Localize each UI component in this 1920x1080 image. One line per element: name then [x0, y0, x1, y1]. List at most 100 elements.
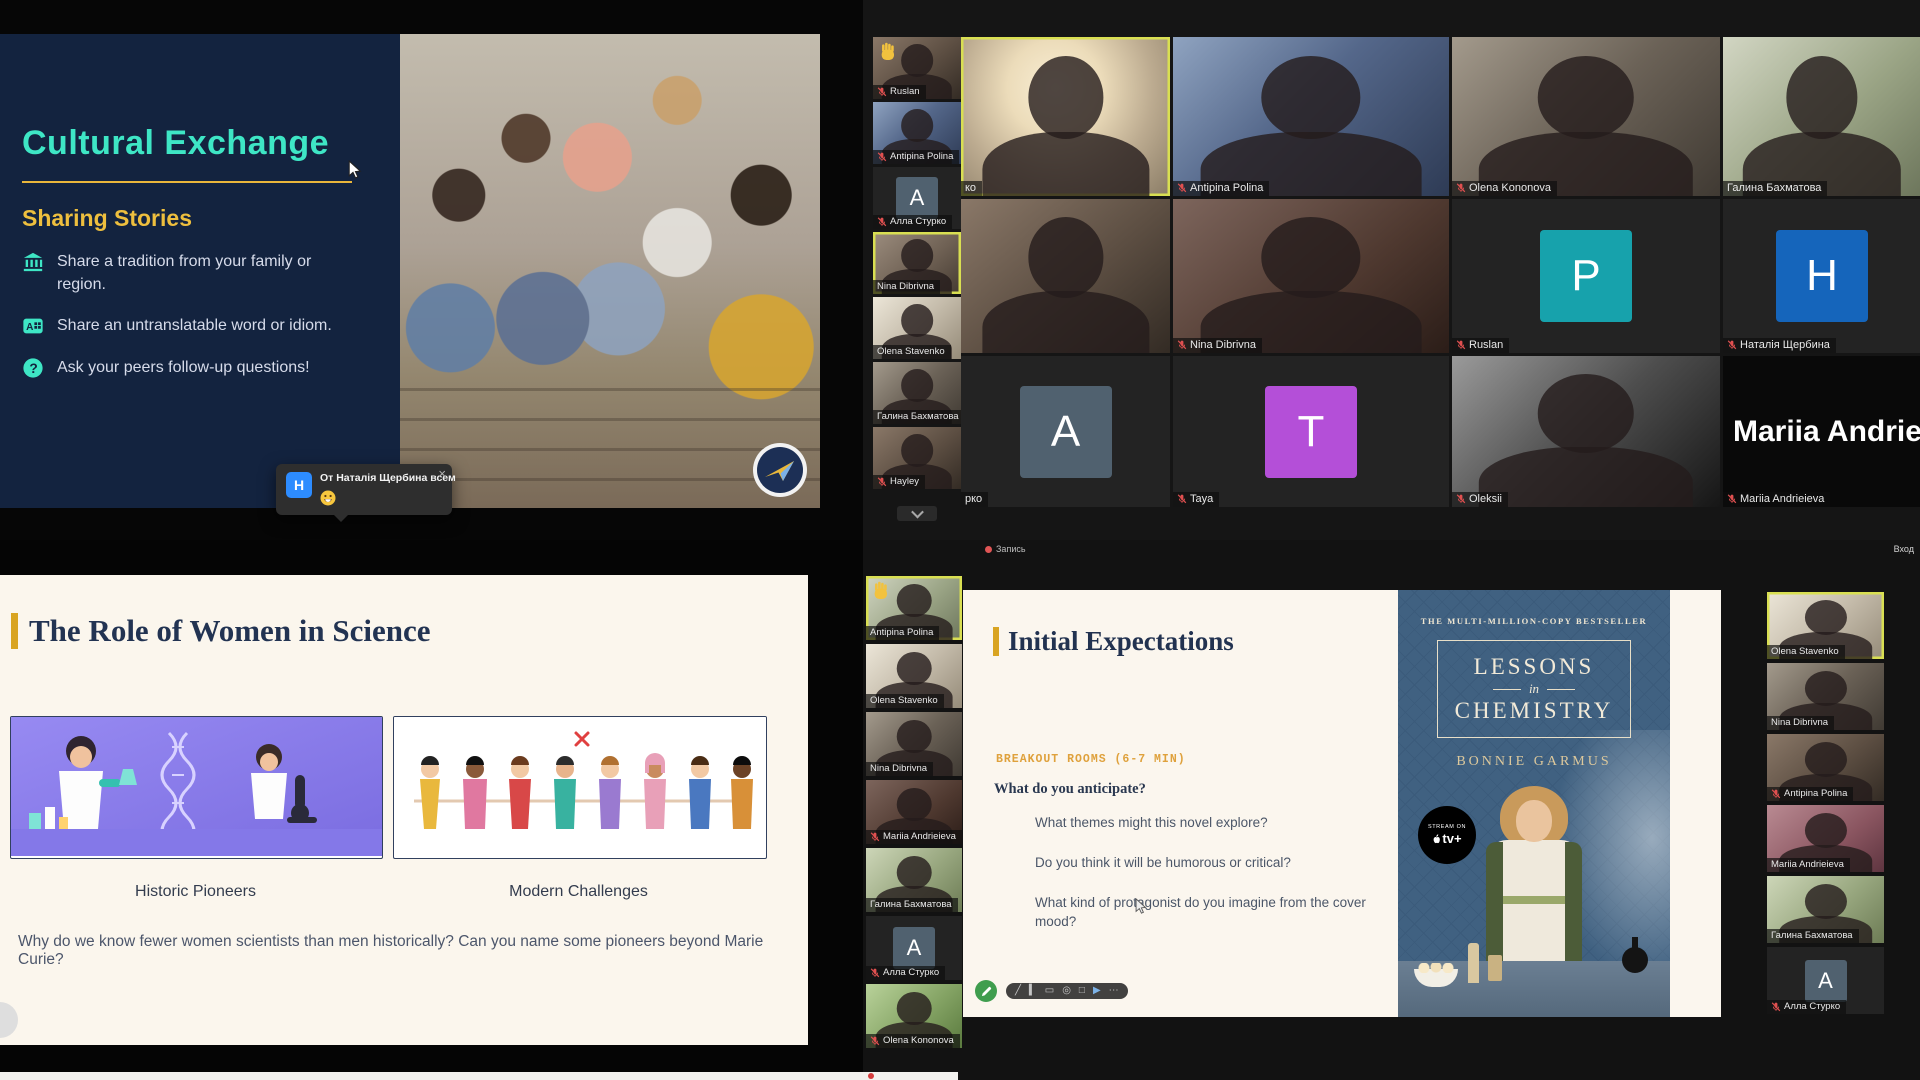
question-item: What themes might this novel explore? [1035, 813, 1367, 832]
grinning-emoji-icon [320, 490, 336, 506]
muted-mic-icon [1771, 789, 1781, 799]
participant-tile[interactable]: Галина Бахматова [866, 848, 962, 912]
flask [1622, 947, 1648, 973]
participant-tile[interactable]: Mariia Andrieieva [1767, 805, 1884, 872]
participant-name: ко [965, 182, 976, 194]
participant-tile[interactable]: Nina Dibrivna [866, 712, 962, 776]
tool-icon[interactable]: ▶ [1093, 986, 1101, 996]
name-chip: Галина Бахматова [866, 898, 958, 912]
raised-hand-icon [872, 580, 891, 601]
name-chip: Галина Бахматова [873, 410, 961, 424]
muted-mic-icon [1456, 340, 1466, 350]
entry-link[interactable]: Вход [1894, 544, 1914, 554]
participant-tile[interactable]: Mariia Andrieieva [866, 780, 962, 844]
participant-tile[interactable]: T Taya [1173, 356, 1449, 507]
mouse-cursor [348, 160, 362, 180]
participant-tile[interactable]: P Ruslan [1452, 199, 1720, 353]
participant-name: Olena Stavenko [870, 695, 938, 706]
muted-mic-icon [870, 832, 880, 842]
raised-hand-icon [879, 41, 898, 62]
participant-tile[interactable]: Olena Stavenko [1767, 592, 1884, 659]
apple-icon [1432, 833, 1441, 844]
participant-tile[interactable]: Mariia Andrieie Mariia Andrieieva [1723, 356, 1920, 507]
participant-name: Antipina Polina [870, 627, 933, 638]
participant-tile[interactable] [961, 199, 1170, 353]
women-group-illustration [394, 717, 766, 856]
participant-name: Olena Stavenko [877, 346, 945, 357]
next-slide-peek [0, 1072, 958, 1080]
participant-tile[interactable]: A Алла Стурко [873, 167, 961, 229]
slide-subtitle: Sharing Stories [22, 205, 400, 232]
participant-tile[interactable]: A рко [961, 356, 1170, 507]
bullet-item: ? Ask your peers follow-up questions! [22, 356, 344, 379]
tool-icon[interactable]: ▭ [1045, 986, 1054, 996]
participant-tile[interactable]: Галина Бахматова [873, 362, 961, 424]
chat-notification[interactable]: H От Наталія Щербина всем × [276, 464, 452, 515]
participant-name: Nina Dibrivna [1771, 717, 1828, 728]
participant-tile[interactable]: H Наталія Щербина [1723, 199, 1920, 353]
participant-tile[interactable]: A Алла Стурко [866, 916, 962, 980]
name-chip: рко [961, 492, 988, 507]
participant-tile[interactable]: Olena Kononova [1452, 37, 1720, 196]
muted-mic-icon [870, 968, 880, 978]
museum-icon [22, 251, 44, 273]
tool-icon[interactable]: ⋯ [1109, 986, 1119, 996]
participant-tile[interactable]: Nina Dibrivna [1767, 663, 1884, 730]
name-chip: Mariia Andrieieva [1723, 492, 1830, 507]
participant-tile[interactable]: Olena Kononova [866, 984, 962, 1048]
participant-tile[interactable]: Oleksii [1452, 356, 1720, 507]
participant-tile[interactable]: Olena Stavenko [866, 644, 962, 708]
participant-tile[interactable]: Antipina Polina [1173, 37, 1449, 196]
participant-name: Nina Dibrivna [877, 281, 934, 292]
name-chip: Olena Kononova [866, 1034, 960, 1048]
card-caption: Historic Pioneers [10, 883, 381, 901]
participant-name: Antipina Polina [1784, 788, 1847, 799]
tool-icon[interactable]: ◎ [1062, 986, 1071, 996]
name-chip: Antipina Polina [1173, 181, 1269, 196]
participant-tile[interactable]: Nina Dibrivna [873, 232, 961, 294]
tool-icon[interactable]: ▍ [1029, 986, 1037, 996]
slide-title-row: The Role of Women in Science [11, 613, 431, 649]
participant-tile[interactable]: Nina Dibrivna [1173, 199, 1449, 353]
lab-illustration [11, 717, 382, 856]
name-chip: Antipina Polina [1767, 787, 1853, 801]
close-icon[interactable]: × [438, 466, 446, 481]
participant-tile[interactable]: Галина Бахматова [1767, 876, 1884, 943]
participant-tile[interactable]: Hayley [873, 427, 961, 489]
question-item: Do you think it will be humorous or crit… [1035, 853, 1367, 872]
participant-name: Antipina Polina [1190, 182, 1263, 194]
draw-button[interactable] [975, 980, 997, 1002]
participant-tile[interactable]: Ruslan [873, 37, 961, 99]
book-title-line: CHEMISTRY [1455, 698, 1614, 724]
name-chip: Taya [1173, 492, 1219, 507]
card-caption: Modern Challenges [393, 883, 764, 901]
participant-video [1173, 37, 1449, 196]
muted-mic-icon [1456, 183, 1466, 193]
name-chip: Галина Бахматова [1767, 929, 1859, 943]
participant-tile[interactable]: Olena Stavenko [873, 297, 961, 359]
book-tagline: THE MULTI-MILLION-COPY BESTSELLER [1398, 616, 1670, 626]
record-dot [868, 1073, 874, 1079]
participant-name: Mariia Andrieieva [883, 831, 956, 842]
translate-icon: A [22, 315, 44, 337]
participant-tile[interactable]: A Алла Стурко [1767, 947, 1884, 1014]
tool-icon[interactable]: □ [1079, 986, 1085, 996]
participant-tile[interactable]: Antipina Polina [1767, 734, 1884, 801]
recording-label: Запись [996, 544, 1026, 554]
participant-tile[interactable]: Antipina Polina [873, 102, 961, 164]
tool-icon[interactable]: ╱ [1015, 986, 1021, 996]
participant-tile[interactable]: Antipina Polina [866, 576, 962, 640]
participant-tile[interactable]: Галина Бахматова [1723, 37, 1920, 196]
collapse-strip-button[interactable] [897, 506, 937, 521]
women-in-science-slide: The Role of Women in Science [0, 575, 808, 1045]
participant-tile[interactable]: ко [961, 37, 1170, 196]
participant-avatar: A [1805, 960, 1847, 1002]
participant-video [1452, 356, 1720, 507]
question-icon: ? [22, 357, 44, 379]
name-chip: Галина Бахматова [1723, 181, 1827, 196]
slide-title: Initial Expectations [1008, 626, 1234, 657]
question-list: What themes might this novel explore? Do … [1035, 813, 1367, 953]
record-dot-icon [985, 546, 992, 553]
participant-video [961, 37, 1170, 196]
muted-mic-icon [870, 1036, 880, 1046]
